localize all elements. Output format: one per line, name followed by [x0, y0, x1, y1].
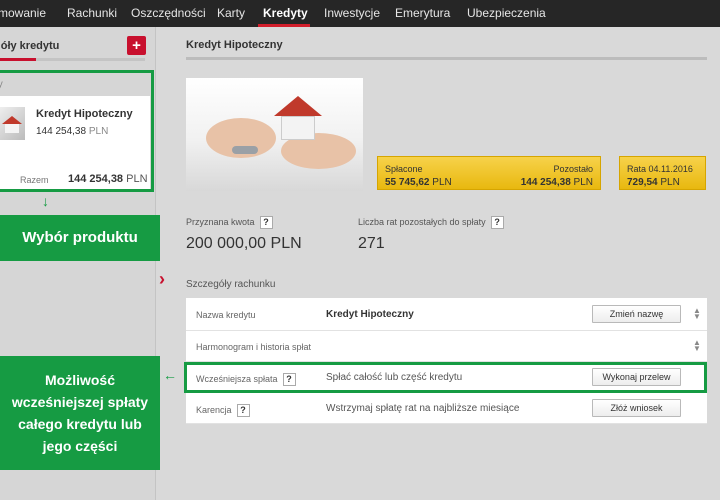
early-repayment-highlight-frame	[184, 362, 707, 393]
help-icon[interactable]: ?	[490, 216, 504, 229]
nav-item-rachunki[interactable]: Rachunki	[67, 0, 117, 27]
nav-item-oszczednosci[interactable]: Oszczędności	[131, 0, 206, 27]
installment-box: Rata 04.11.2016 729,54 PLN	[619, 156, 706, 190]
nav-item-karty[interactable]: Karty	[217, 0, 245, 27]
sort-arrows-icon[interactable]: ▲ ▼	[693, 339, 701, 353]
details-section-title: Szczegóły rachunku	[186, 279, 276, 290]
repayment-summary-box: Spłacone Pozostało 55 745,62 PLN 144 254…	[377, 156, 601, 190]
rename-button[interactable]: Zmień nazwę	[592, 305, 681, 323]
mortgage-photo	[186, 78, 363, 191]
title-divider	[186, 57, 707, 60]
installment-label: Rata 04.11.2016	[627, 164, 693, 174]
page-title: Kredyt Hipoteczny	[186, 39, 283, 51]
detail-row-grace: Karencja? Wstrzymaj spłatę rat na najbli…	[186, 393, 707, 424]
nav-item-planowanie[interactable]: mowanie	[0, 0, 46, 27]
installments-left-value: 271	[358, 235, 385, 252]
installment-value: 729,54 PLN	[627, 177, 680, 188]
sidebar-title: góły kredytu	[0, 40, 60, 52]
repaid-value: 55 745,62 PLN	[385, 177, 452, 188]
granted-amount-value: 200 000,00 PLN	[186, 235, 302, 252]
nav-item-ubezpieczenia[interactable]: Ubezpieczenia	[467, 0, 546, 27]
product-highlight-frame	[0, 70, 154, 192]
nav-item-emerytura[interactable]: Emerytura	[395, 0, 450, 27]
detail-label: Harmonogram i historia spłat	[196, 342, 312, 352]
help-icon[interactable]: ?	[259, 216, 273, 229]
annotation-product-choice: Wybór produktu	[0, 215, 160, 261]
top-navigation: mowanie Rachunki Oszczędności Karty Kred…	[0, 0, 720, 27]
detail-row-schedule[interactable]: Harmonogram i historia spłat ▲ ▼	[186, 331, 707, 362]
active-tab-indicator	[258, 24, 310, 27]
installments-left-label: Liczba rat pozostałych do spłaty?	[358, 216, 504, 229]
arrow-down-icon: ↓	[42, 193, 49, 209]
detail-label: Nazwa kredytu	[196, 310, 256, 320]
detail-value: Kredyt Hipoteczny	[326, 309, 414, 320]
remaining-value: 144 254,38 PLN	[520, 177, 593, 188]
add-product-button[interactable]: +	[127, 36, 146, 55]
nav-item-kredyty[interactable]: Kredyty	[263, 0, 308, 27]
submit-application-button[interactable]: Złóż wniosek	[592, 399, 681, 417]
remaining-label: Pozostało	[553, 164, 593, 174]
detail-label: Karencja?	[196, 404, 250, 417]
chevron-right-icon[interactable]: ›	[159, 269, 165, 290]
detail-row-name: Nazwa kredytu Kredyt Hipoteczny Zmień na…	[186, 298, 707, 331]
nav-item-inwestycje[interactable]: Inwestycje	[324, 0, 380, 27]
arrow-left-icon: ←	[163, 367, 177, 383]
annotation-early-repayment: Możliwość wcześniejszej spłaty całego kr…	[0, 356, 160, 470]
granted-amount-label: Przyznana kwota?	[186, 216, 273, 229]
help-icon[interactable]: ?	[236, 404, 250, 417]
repaid-label: Spłacone	[385, 164, 423, 174]
sort-arrows-icon[interactable]: ▲ ▼	[693, 307, 701, 321]
sidebar-progress-bar	[0, 58, 145, 61]
detail-value: Wstrzymaj spłatę rat na najbliższe miesi…	[326, 403, 520, 414]
